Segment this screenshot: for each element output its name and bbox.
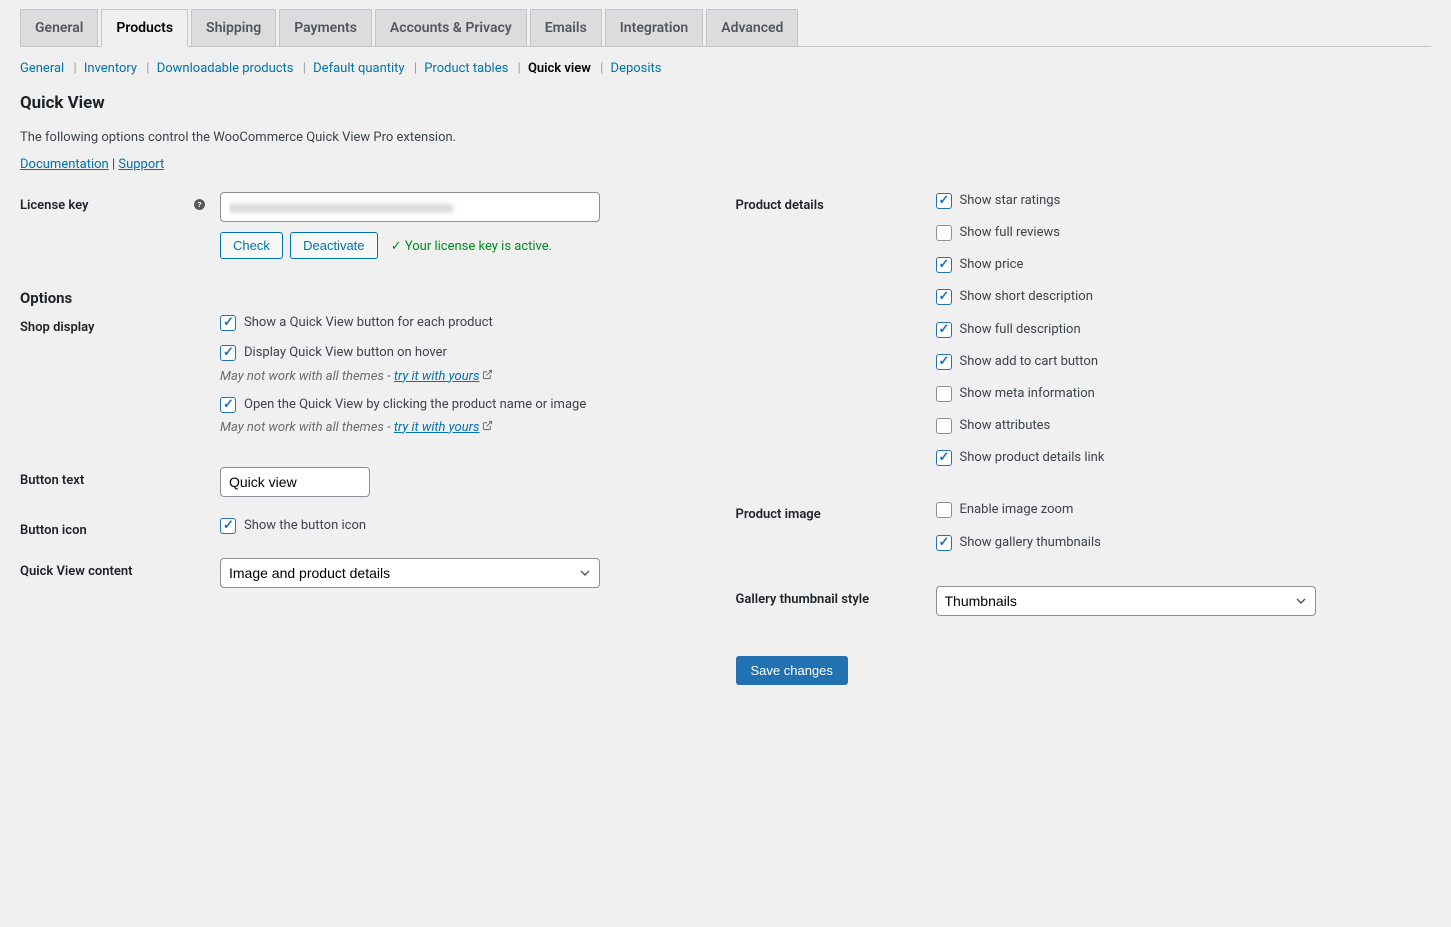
product-image-label-1: Show gallery thumbnails (960, 534, 1101, 552)
check-button[interactable]: Check (220, 232, 283, 259)
primary-tabs: GeneralProductsShippingPaymentsAccounts … (20, 0, 1431, 47)
support-link[interactable]: Support (118, 157, 164, 172)
tab-products[interactable]: Products (101, 9, 188, 47)
product-details-checkbox-8[interactable] (936, 450, 952, 466)
sub-tabs: General | Inventory | Downloadable produ… (20, 61, 1431, 76)
product-image-checkbox-0[interactable] (936, 502, 952, 518)
save-changes-button[interactable]: Save changes (736, 656, 848, 685)
product-details-checkbox-6[interactable] (936, 386, 952, 402)
button-icon-label: Button icon (20, 517, 220, 538)
gallery-style-label: Gallery thumbnail style (736, 586, 936, 607)
subtab-default-quantity[interactable]: Default quantity (313, 61, 404, 76)
button-text-input[interactable] (220, 467, 370, 497)
product-details-checkbox-5[interactable] (936, 354, 952, 370)
tab-shipping[interactable]: Shipping (191, 9, 276, 47)
gallery-style-select[interactable]: Thumbnails (936, 586, 1316, 616)
button-icon-checkbox[interactable] (220, 518, 236, 534)
deactivate-button[interactable]: Deactivate (290, 232, 377, 259)
intro-text: The following options control the WooCom… (20, 130, 1431, 145)
open-on-click-label: Open the Quick View by clicking the prod… (244, 396, 586, 414)
options-heading: Options (20, 289, 716, 307)
tab-payments[interactable]: Payments (279, 9, 372, 47)
product-details-checkbox-3[interactable] (936, 289, 952, 305)
page-title: Quick View (20, 93, 1431, 113)
product-details-label-6: Show meta information (960, 385, 1095, 403)
click-hint: May not work with all themes - try it wi… (220, 420, 716, 435)
product-details-label-0: Show star ratings (960, 192, 1061, 210)
subtab-inventory[interactable]: Inventory (84, 61, 137, 76)
doc-links: Documentation | Support (20, 157, 1431, 172)
try-it-link-2[interactable]: try it with yours (394, 420, 480, 435)
product-details-label-5: Show add to cart button (960, 353, 1099, 371)
subtab-downloadable-products[interactable]: Downloadable products (157, 61, 294, 76)
hover-hint: May not work with all themes - try it wi… (220, 369, 716, 384)
try-it-link-1[interactable]: try it with yours (394, 369, 480, 384)
external-link-icon (482, 420, 493, 431)
product-details-checkbox-0[interactable] (936, 193, 952, 209)
product-details-label-1: Show full reviews (960, 224, 1060, 242)
open-on-click-checkbox[interactable] (220, 397, 236, 413)
product-details-label-2: Show price (960, 256, 1024, 274)
svg-text:?: ? (197, 200, 202, 209)
qv-content-label: Quick View content (20, 558, 220, 579)
subtab-quick-view[interactable]: Quick view (528, 61, 591, 76)
tab-emails[interactable]: Emails (530, 9, 602, 47)
hover-button-label: Display Quick View button on hover (244, 344, 447, 362)
button-text-label: Button text (20, 467, 220, 488)
help-icon[interactable]: ? (193, 198, 206, 215)
product-details-label-8: Show product details link (960, 449, 1105, 467)
product-details-checkbox-7[interactable] (936, 418, 952, 434)
product-image-label: Product image (736, 501, 936, 522)
product-details-checkbox-4[interactable] (936, 322, 952, 338)
license-key-label: License key ? (20, 192, 220, 215)
product-details-checkbox-1[interactable] (936, 225, 952, 241)
subtab-deposits[interactable]: Deposits (611, 61, 662, 76)
subtab-product-tables[interactable]: Product tables (424, 61, 508, 76)
tab-general[interactable]: General (20, 9, 98, 47)
tab-advanced[interactable]: Advanced (706, 9, 798, 47)
product-details-label: Product details (736, 192, 936, 213)
license-key-input[interactable] (220, 192, 600, 222)
hover-button-checkbox[interactable] (220, 345, 236, 361)
subtab-general[interactable]: General (20, 61, 64, 76)
tab-accounts-privacy[interactable]: Accounts & Privacy (375, 9, 527, 47)
product-details-label-3: Show short description (960, 288, 1093, 306)
shop-display-label: Shop display (20, 314, 220, 335)
documentation-link[interactable]: Documentation (20, 157, 109, 172)
show-qv-button-checkbox[interactable] (220, 315, 236, 331)
license-status: Your license key is active. (391, 239, 552, 254)
button-icon-text: Show the button icon (244, 517, 366, 535)
tab-integration[interactable]: Integration (605, 9, 703, 47)
product-details-label-4: Show full description (960, 321, 1081, 339)
qv-content-select[interactable]: Image and product details (220, 558, 600, 588)
product-image-label-0: Enable image zoom (960, 501, 1074, 519)
external-link-icon (482, 369, 493, 380)
product-image-checkbox-1[interactable] (936, 535, 952, 551)
product-details-label-7: Show attributes (960, 417, 1051, 435)
product-details-checkbox-2[interactable] (936, 257, 952, 273)
show-qv-button-label: Show a Quick View button for each produc… (244, 314, 493, 332)
